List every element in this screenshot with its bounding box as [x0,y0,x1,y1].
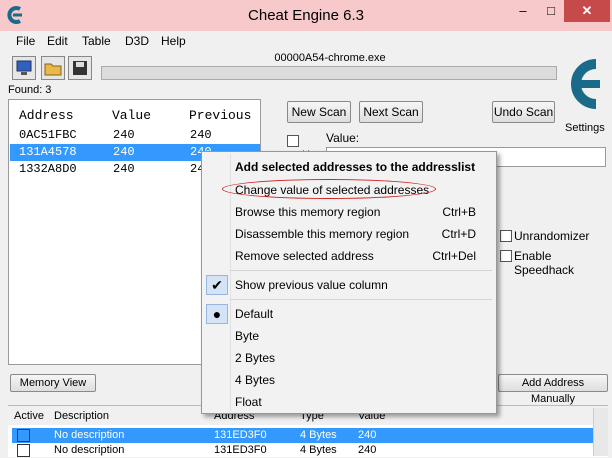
menu-help[interactable]: Help [161,34,186,48]
scan-result-row[interactable]: 0AC51FBC 240 240 [10,127,260,144]
minimize-button[interactable]: – [510,0,536,22]
menu-item-label: Float [235,395,262,409]
menu-d3d[interactable]: D3D [125,34,149,48]
speedhack-checkbox[interactable] [500,250,512,262]
menu-item-label: Byte [235,329,260,343]
row-previous: 240 [190,128,212,142]
cheat-table-row-selected[interactable]: No description 131ED3F0 4 Bytes 240 [12,428,607,443]
folder-icon [44,63,62,76]
column-header-address[interactable]: Address [19,108,74,123]
row-value: 240 [113,162,135,176]
add-address-manually-button[interactable]: Add Address Manually [498,374,608,405]
menu-file[interactable]: File [16,34,35,48]
undo-scan-button[interactable]: Undo Scan [492,101,555,123]
menu-item-disassemble[interactable]: Disassemble this memory region Ctrl+D [202,223,496,245]
menu-item-label: Add selected addresses to the addresslis… [235,160,476,174]
save-button[interactable] [68,56,92,80]
row-description: No description [54,429,125,441]
column-header-value[interactable]: Value [112,108,151,123]
close-button[interactable]: ✕ [564,0,610,22]
menu-item-type-default[interactable]: ● Default [202,303,496,325]
maximize-button[interactable]: □ [538,0,564,22]
unrandomizer-checkbox[interactable] [500,230,512,242]
settings-link[interactable]: Settings [565,122,605,134]
found-count: Found: 3 [8,84,52,96]
menu-item-shortcut: Ctrl+D [441,227,476,241]
hex-checkbox[interactable] [287,135,299,147]
menu-item-label: Show previous value column [235,278,388,292]
value-label: Value: [326,131,360,145]
speedhack-label: Enable Speedhack [514,249,575,277]
menu-table[interactable]: Table [82,34,111,48]
next-scan-button[interactable]: Next Scan [359,101,423,123]
unrandomizer-label: Unrandomizer [514,229,590,243]
column-header-previous[interactable]: Previous [189,108,251,123]
row-type: 4 Bytes [300,429,337,441]
cheat-table-row[interactable]: No description 131ED3F0 4 Bytes 240 [12,443,607,458]
radio-dot-icon: ● [206,304,228,324]
highlight-annotation [222,179,436,199]
menu-item-label: 2 Bytes [235,351,276,365]
menu-item-label: Remove selected address [235,249,374,263]
menu-separator [230,270,492,271]
menu-item-label: Default [235,307,274,321]
cheat-table-scrollbar[interactable] [593,408,608,456]
menu-item-shortcut: Ctrl+B [442,205,476,219]
title-bar: Cheat Engine 6.3 – □ ✕ [0,0,612,31]
floppy-disk-icon [73,61,87,75]
computer-icon [16,60,32,75]
menu-item-show-previous[interactable]: ✔ Show previous value column [202,274,496,296]
process-name: 00000A54-chrome.exe [274,52,386,64]
row-value: 240 [358,429,377,441]
menu-item-remove-address[interactable]: Remove selected address Ctrl+Del [202,245,496,267]
row-value: 240 [113,145,135,159]
menu-item-shortcut: Ctrl+Del [432,249,476,263]
row-address: 131ED3F0 [214,444,267,456]
row-address: 131ED3F0 [214,429,267,441]
row-value: 240 [358,444,377,456]
column-header-description[interactable]: Description [54,410,109,422]
menu-edit[interactable]: Edit [47,34,68,48]
checkmark-icon: ✔ [206,275,228,295]
row-description: No description [54,444,125,456]
menu-item-browse-memory[interactable]: Browse this memory region Ctrl+B [202,201,496,223]
menu-item-label: Browse this memory region [235,205,381,219]
menu-separator [230,299,492,300]
new-scan-button[interactable]: New Scan [287,101,351,123]
row-type: 4 Bytes [300,444,337,456]
active-checkbox[interactable] [17,429,30,442]
open-file-button[interactable] [41,56,65,80]
menu-item-type-float[interactable]: Float [202,391,496,413]
active-checkbox[interactable] [17,444,30,457]
open-process-button[interactable] [12,56,36,80]
column-header-active[interactable]: Active [14,410,44,422]
row-address: 0AC51FBC [19,128,77,142]
menu-item-type-byte[interactable]: Byte [202,325,496,347]
row-value: 240 [113,128,135,142]
row-address: 131A4578 [19,145,77,159]
menu-item-label: Disassemble this memory region [235,227,410,241]
memory-view-button[interactable]: Memory View [10,374,96,392]
cheat-engine-logo[interactable] [558,54,608,120]
menu-item-label: 4 Bytes [235,373,276,387]
scan-progress-bar [101,66,557,80]
row-address: 1332A8D0 [19,162,77,176]
menu-item-add-selected[interactable]: Add selected addresses to the addresslis… [202,156,496,178]
menu-item-type-4bytes[interactable]: 4 Bytes [202,369,496,391]
menu-item-type-2bytes[interactable]: 2 Bytes [202,347,496,369]
